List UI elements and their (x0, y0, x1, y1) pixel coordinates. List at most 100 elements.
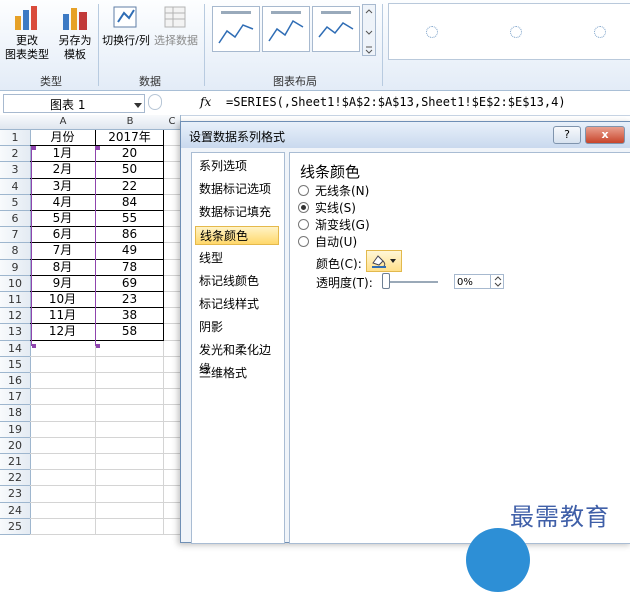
table-cell[interactable]: 49 (96, 243, 164, 260)
table-cell[interactable]: 10月 (30, 292, 96, 309)
table-cell[interactable] (164, 421, 181, 438)
table-cell[interactable] (164, 437, 181, 454)
table-cell[interactable]: 11月 (30, 308, 96, 325)
nav-item[interactable]: 线条颜色 (195, 226, 279, 245)
table-cell[interactable] (30, 454, 96, 471)
line-option-radio[interactable]: 实线(S) (298, 200, 356, 216)
table-cell[interactable] (164, 340, 181, 357)
table-cell[interactable] (164, 162, 181, 179)
row-header[interactable]: 17 (0, 389, 31, 406)
row-header[interactable]: 20 (0, 437, 31, 454)
table-cell[interactable] (164, 178, 181, 195)
row-header[interactable]: 7 (0, 227, 31, 244)
radio-icon[interactable] (298, 236, 309, 247)
radio-icon[interactable] (298, 185, 309, 196)
table-cell[interactable] (30, 389, 96, 406)
column-header-c[interactable]: C (164, 115, 181, 130)
table-cell[interactable] (164, 130, 181, 147)
table-cell[interactable] (164, 275, 181, 292)
table-cell[interactable] (164, 243, 181, 260)
select-all-corner[interactable] (0, 115, 31, 130)
table-cell[interactable] (164, 389, 181, 406)
table-cell[interactable] (164, 502, 181, 519)
column-header-b[interactable]: B (96, 115, 165, 130)
table-cell[interactable] (30, 356, 96, 373)
transparency-slider-thumb[interactable] (382, 273, 390, 289)
range-handle[interactable] (32, 146, 36, 150)
table-cell[interactable] (164, 227, 181, 244)
table-cell[interactable]: 12月 (30, 324, 96, 341)
table-cell[interactable]: 86 (96, 227, 164, 244)
range-handle[interactable] (96, 344, 100, 348)
table-cell[interactable] (96, 470, 164, 487)
table-cell[interactable] (164, 454, 181, 471)
row-header[interactable]: 23 (0, 486, 31, 503)
row-header[interactable]: 12 (0, 308, 31, 325)
row-header[interactable]: 11 (0, 292, 31, 309)
header-cell[interactable]: 2017年 (96, 130, 164, 147)
table-cell[interactable]: 84 (96, 194, 164, 211)
radio-icon[interactable] (298, 202, 309, 213)
table-cell[interactable]: 8月 (30, 259, 96, 276)
table-cell[interactable] (30, 518, 96, 535)
table-cell[interactable]: 4月 (30, 194, 96, 211)
row-header[interactable]: 24 (0, 502, 31, 519)
table-cell[interactable] (96, 405, 164, 422)
table-cell[interactable] (96, 389, 164, 406)
nav-item[interactable]: 数据标记填充 (195, 203, 279, 222)
chart-styles-gallery[interactable] (388, 3, 630, 60)
chevron-down-icon[interactable] (134, 99, 142, 112)
table-cell[interactable]: 1月 (30, 146, 96, 163)
table-cell[interactable] (164, 405, 181, 422)
row-header[interactable]: 9 (0, 259, 31, 276)
nav-item[interactable]: 发光和柔化边缘 (195, 341, 279, 376)
nav-item[interactable]: 标记线颜色 (195, 272, 279, 291)
radio-icon[interactable] (298, 219, 309, 230)
table-cell[interactable] (96, 486, 164, 503)
formula-text[interactable]: =SERIES(,Sheet1!$A$2:$A$13,Sheet1!$E$2:$… (226, 95, 566, 109)
chart-layout-3[interactable] (312, 6, 360, 52)
range-handle[interactable] (32, 344, 36, 348)
row-header[interactable]: 13 (0, 324, 31, 341)
row-header[interactable]: 3 (0, 162, 31, 179)
help-button[interactable]: ? (553, 126, 581, 144)
table-cell[interactable] (30, 486, 96, 503)
column-header-a[interactable]: A (30, 115, 97, 130)
row-header[interactable]: 10 (0, 275, 31, 292)
chart-layout-1[interactable] (212, 6, 260, 52)
table-cell[interactable] (164, 292, 181, 309)
table-cell[interactable]: 2月 (30, 162, 96, 179)
table-cell[interactable]: 55 (96, 211, 164, 228)
table-cell[interactable] (164, 373, 181, 390)
row-header[interactable]: 22 (0, 470, 31, 487)
header-cell[interactable]: 月份 (30, 130, 96, 147)
table-cell[interactable] (96, 340, 164, 357)
row-header[interactable]: 8 (0, 243, 31, 260)
nav-item[interactable]: 线型 (195, 249, 279, 268)
table-cell[interactable]: 58 (96, 324, 164, 341)
table-cell[interactable] (30, 470, 96, 487)
row-header[interactable]: 25 (0, 518, 31, 535)
close-button[interactable]: x (585, 126, 625, 144)
row-header[interactable]: 16 (0, 373, 31, 390)
row-header[interactable]: 5 (0, 194, 31, 211)
range-handle[interactable] (96, 146, 100, 150)
table-cell[interactable]: 20 (96, 146, 164, 163)
table-cell[interactable] (96, 356, 164, 373)
nav-item[interactable]: 标记线样式 (195, 295, 279, 314)
table-cell[interactable]: 22 (96, 178, 164, 195)
row-header[interactable]: 15 (0, 356, 31, 373)
table-cell[interactable] (96, 454, 164, 471)
transparency-spinner[interactable] (490, 274, 505, 289)
nav-item[interactable]: 系列选项 (195, 157, 279, 176)
dialog-title-bar[interactable]: 设置数据系列格式 ? x (181, 122, 630, 149)
formula-bar-expand-icon[interactable] (148, 94, 162, 110)
nav-item[interactable]: 阴影 (195, 318, 279, 337)
table-cell[interactable] (30, 421, 96, 438)
table-cell[interactable]: 23 (96, 292, 164, 309)
table-cell[interactable]: 3月 (30, 178, 96, 195)
row-header[interactable]: 18 (0, 405, 31, 422)
save-as-template-button[interactable]: 另存为 模板 (52, 4, 98, 62)
switch-row-column-button[interactable]: 切换行/列 (100, 4, 152, 48)
table-cell[interactable] (164, 324, 181, 341)
